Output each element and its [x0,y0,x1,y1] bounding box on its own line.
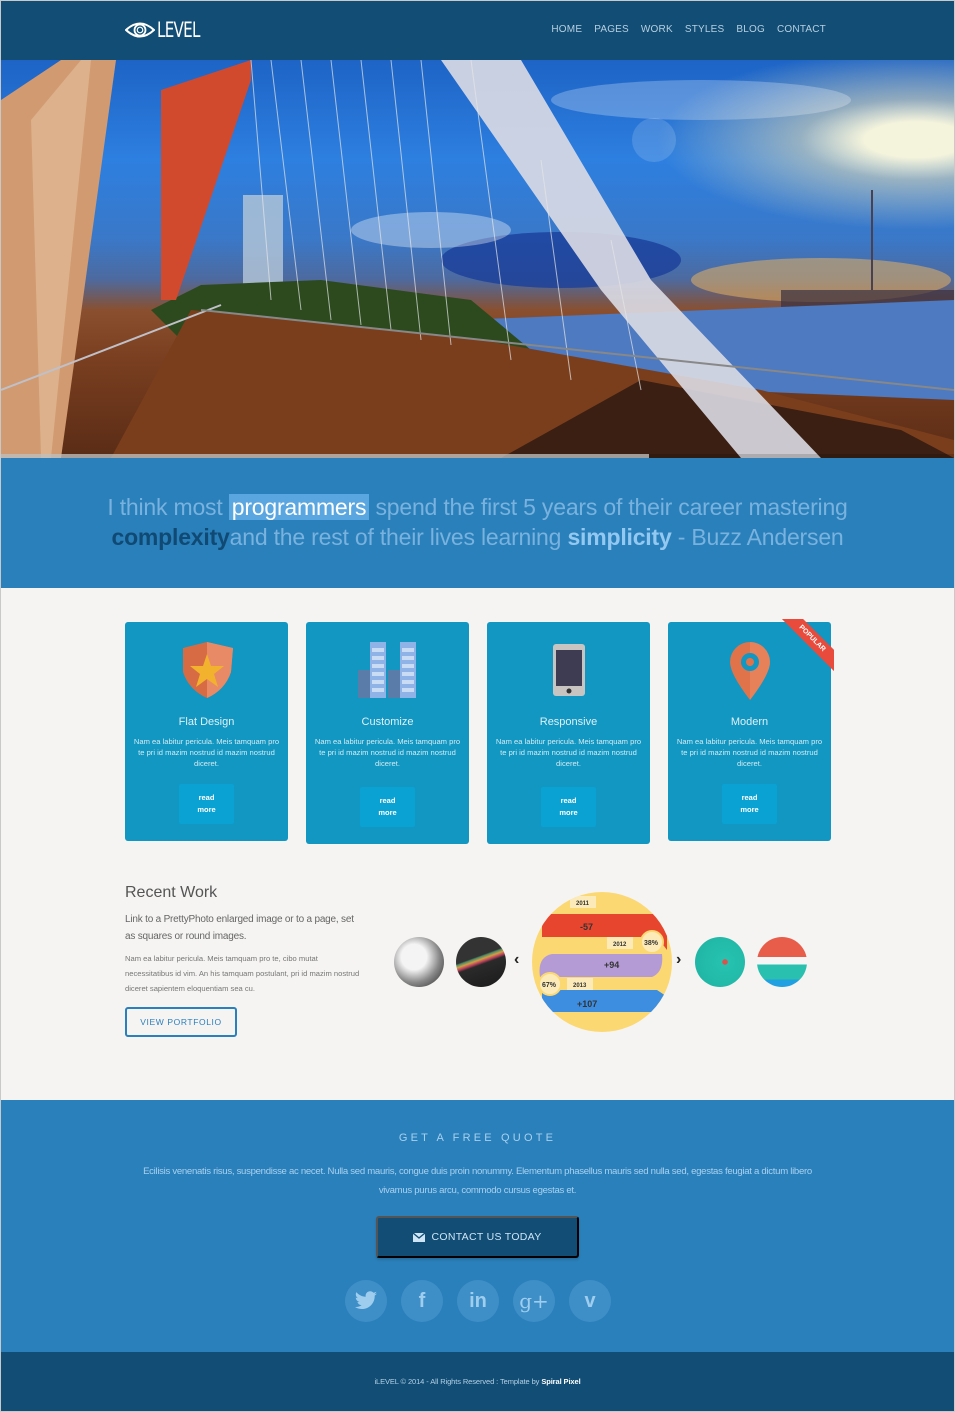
carousel-prev-arrow[interactable]: ‹ [514,951,519,969]
social-links: f in g+ v [345,1280,611,1322]
contact-us-label: CONTACT US TODAY [431,1231,542,1243]
twitter-link[interactable] [345,1280,387,1322]
infographic-percent: 38% [644,940,659,947]
carousel-next-arrow[interactable]: › [676,951,681,969]
recent-work-subtitle: Link to a PrettyPhoto enlarged image or … [125,914,354,942]
buildings-icon [357,642,416,698]
feature-text: Nam ea labitur pericula. Meis tamquam pr… [676,737,823,768]
eye-logo-icon [125,22,155,38]
read-more-button[interactable]: read more [722,784,777,824]
infographic-year: 2011 [576,901,590,907]
portfolio-thumb-brochure[interactable] [394,937,444,987]
feature-text: Nam ea labitur pericula. Meis tamquam pr… [133,737,280,768]
nav-work[interactable]: WORK [641,24,673,35]
quote-line-2: complexityand the rest of their lives le… [1,522,954,552]
recent-work: Recent Work Link to a PrettyPhoto enlarg… [125,884,365,1037]
vimeo-icon: v [584,1289,596,1312]
footer-author-link[interactable]: Spiral Pixel [541,1377,580,1386]
facebook-icon: f [418,1289,426,1312]
feature-text: Nam ea labitur pericula. Meis tamquam pr… [495,737,642,768]
view-portfolio-button[interactable]: VIEW PORTFOLIO [125,1007,237,1037]
infographic-graphic: 2011 2012 2013 -57 +94 +107 38% 67% [538,896,672,1012]
site-header: LEVEL HOME PAGES WORK STYLES BLOG CONTAC… [1,1,954,60]
quote-author: - Buzz Andersen [671,524,844,550]
feature-title: Flat Design [178,716,235,728]
hero-slider[interactable] [1,60,954,458]
quote-emphasis-simplicity: simplicity [567,524,672,550]
site-footer: iLEVEL © 2014 - All Rights Reserved : Te… [1,1352,954,1411]
infographic-value: -57 [580,922,593,932]
portfolio-thumb-card[interactable] [456,937,506,987]
quote-emphasis-complexity: complexity [111,524,230,550]
infographic-year: 2012 [613,942,627,948]
main-nav: HOME PAGES WORK STYLES BLOG CONTACT [551,24,826,35]
portfolio-thumb-map[interactable] [695,937,745,987]
read-more-button[interactable]: read more [179,784,234,824]
linkedin-icon: in [469,1289,487,1312]
feature-title: Customize [361,716,414,728]
recent-work-text: Nam ea labitur pericula. Meis tamquam pr… [125,954,360,993]
read-more-button[interactable]: read more [360,787,415,827]
popular-ribbon: POPULAR [780,619,834,673]
infographic-value: +94 [604,960,619,970]
quote-line-1: I think most programmers spend the first… [1,492,954,522]
portfolio-thumb-dashboard[interactable] [757,937,807,987]
feature-card-customize: Customize Nam ea labitur pericula. Meis … [306,622,469,844]
google-plus-link[interactable]: g+ [513,1280,555,1322]
infographic-percent: 67% [542,982,557,989]
shield-star-icon [182,642,233,698]
infographic-value: +107 [577,999,597,1009]
nav-styles[interactable]: STYLES [685,24,725,35]
linkedin-link[interactable]: in [457,1280,499,1322]
feature-card-responsive: Responsive Nam ea labitur pericula. Meis… [487,622,650,844]
features-row: Flat Design Nam ea labitur pericula. Mei… [125,619,834,844]
envelope-icon [413,1232,426,1242]
vimeo-link[interactable]: v [569,1280,611,1322]
nav-blog[interactable]: BLOG [736,24,765,35]
quote-cta-section: GET A FREE QUOTE Ecilisis venenatis risu… [1,1100,954,1352]
contact-us-button[interactable]: CONTACT US TODAY [376,1216,579,1258]
quote-section: I think most programmers spend the first… [1,458,954,588]
logo-text: LEVEL [157,18,200,42]
hero-bridge-image [1,60,954,458]
quote-text: and the rest of their lives learning [229,524,568,550]
smartphone-icon [552,644,585,696]
cta-title: GET A FREE QUOTE [398,1132,557,1144]
logo[interactable]: LEVEL [125,17,216,43]
footer-copyright: iLEVEL © 2014 - All Rights Reserved : Te… [374,1377,542,1386]
nav-pages[interactable]: PAGES [594,24,629,35]
google-plus-icon: g+ [519,1289,549,1313]
cta-text: Ecilisis venenatis risus, suspendisse ac… [143,1166,812,1196]
feature-title: Responsive [539,716,598,728]
feature-title: Modern [730,716,769,728]
nav-contact[interactable]: CONTACT [777,24,826,35]
feature-card-modern: POPULAR Modern Nam ea labitur pericula. … [668,619,834,841]
quote-highlight: programmers [228,494,370,520]
feature-text: Nam ea labitur pericula. Meis tamquam pr… [314,737,461,768]
quote-text: spend the first 5 years of their career … [369,494,848,520]
map-pin-icon [729,642,770,700]
page: LEVEL HOME PAGES WORK STYLES BLOG CONTAC… [1,1,954,1411]
recent-work-title: Recent Work [125,884,218,901]
infographic-year: 2013 [573,983,587,989]
read-more-button[interactable]: read more [541,787,596,827]
twitter-icon [355,1291,377,1309]
nav-home[interactable]: HOME [551,24,582,35]
facebook-link[interactable]: f [401,1280,443,1322]
ribbon-label: POPULAR [780,619,834,672]
feature-card-flat-design: Flat Design Nam ea labitur pericula. Mei… [125,622,288,841]
portfolio-featured-infographic[interactable]: 2011 2012 2013 -57 +94 +107 38% 67% [532,892,672,1032]
quote-text: I think most [107,494,229,520]
